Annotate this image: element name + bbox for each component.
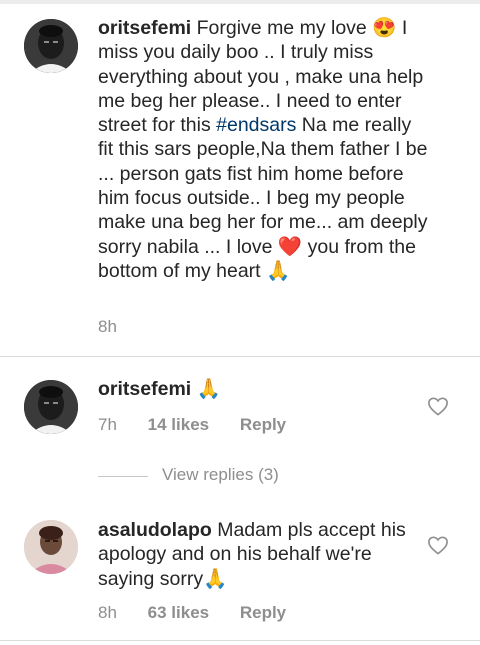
comment-meta: 8h 63 likes Reply: [98, 603, 286, 623]
likes-count[interactable]: 63 likes: [148, 603, 209, 623]
comment-username[interactable]: oritsefemi: [98, 378, 191, 400]
comment-text: asaludolapo Madam pls accept his apology…: [98, 518, 408, 591]
view-replies-line: [98, 476, 148, 477]
comment-text: oritsefemi 🙏: [98, 377, 398, 401]
comment-body-continued: Na me really fit this sars people,Na the…: [98, 114, 428, 282]
view-replies-label[interactable]: View replies (3): [162, 465, 279, 485]
comment-meta: 7h 14 likes Reply: [98, 415, 286, 435]
avatar[interactable]: [24, 380, 78, 434]
avatar[interactable]: [24, 19, 78, 73]
avatar[interactable]: [24, 520, 78, 574]
like-heart-icon[interactable]: [427, 396, 449, 416]
comment-username[interactable]: asaludolapo: [98, 519, 212, 541]
comment-text: oritsefemi Forgive me my love 😍 I miss y…: [98, 16, 428, 283]
comment-meta: 8h: [98, 317, 117, 337]
timestamp: 7h: [98, 415, 117, 434]
hashtag-link[interactable]: #endsars: [216, 114, 296, 136]
divider: [0, 640, 480, 641]
profile-photo-man-icon: [24, 380, 78, 434]
reply-button[interactable]: Reply: [240, 415, 286, 435]
like-heart-icon[interactable]: [427, 535, 449, 555]
top-divider: [0, 0, 480, 4]
profile-photo-woman-icon: [24, 520, 78, 574]
profile-photo-man-icon: [24, 19, 78, 73]
timestamp: 8h: [98, 603, 117, 622]
timestamp: 8h: [98, 317, 117, 336]
comment-username[interactable]: oritsefemi: [98, 17, 191, 39]
reply-button[interactable]: Reply: [240, 603, 286, 623]
likes-count[interactable]: 14 likes: [148, 415, 209, 435]
divider: [0, 356, 480, 357]
comment-body: 🙏: [196, 378, 221, 400]
